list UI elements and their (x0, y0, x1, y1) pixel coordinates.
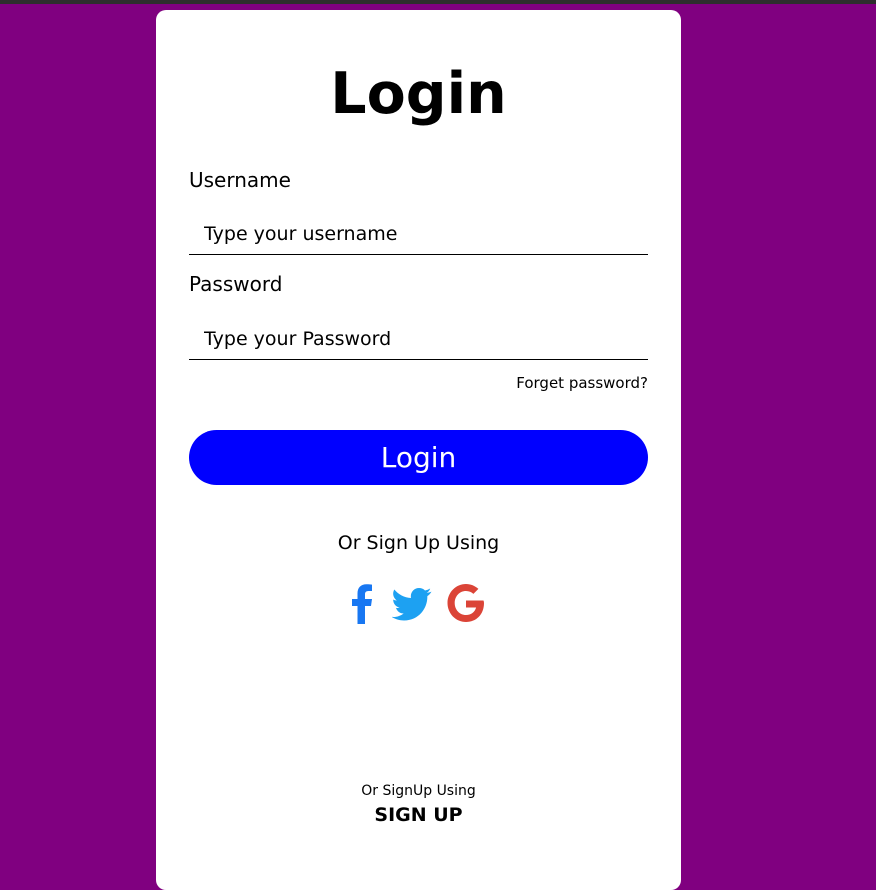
password-field-wrapper (189, 319, 648, 360)
login-button[interactable]: Login (189, 430, 648, 485)
login-card: Login Username Password Forget password?… (156, 10, 681, 890)
page-title: Login (330, 61, 507, 127)
twitter-icon[interactable] (392, 582, 432, 624)
username-field-wrapper (189, 214, 648, 255)
signup-link[interactable]: SIGN UP (156, 804, 681, 826)
password-label: Password (189, 272, 283, 296)
social-heading: Or Sign Up Using (337, 532, 500, 554)
footer-text: Or SignUp Using (361, 783, 476, 799)
window-top-bar (0, 0, 876, 4)
forgot-password-link[interactable]: Forget password? (516, 374, 648, 392)
username-label: Username (189, 168, 291, 192)
username-input[interactable] (189, 214, 648, 254)
password-input[interactable] (189, 319, 648, 359)
google-icon[interactable] (446, 582, 486, 624)
facebook-icon[interactable] (346, 582, 376, 624)
